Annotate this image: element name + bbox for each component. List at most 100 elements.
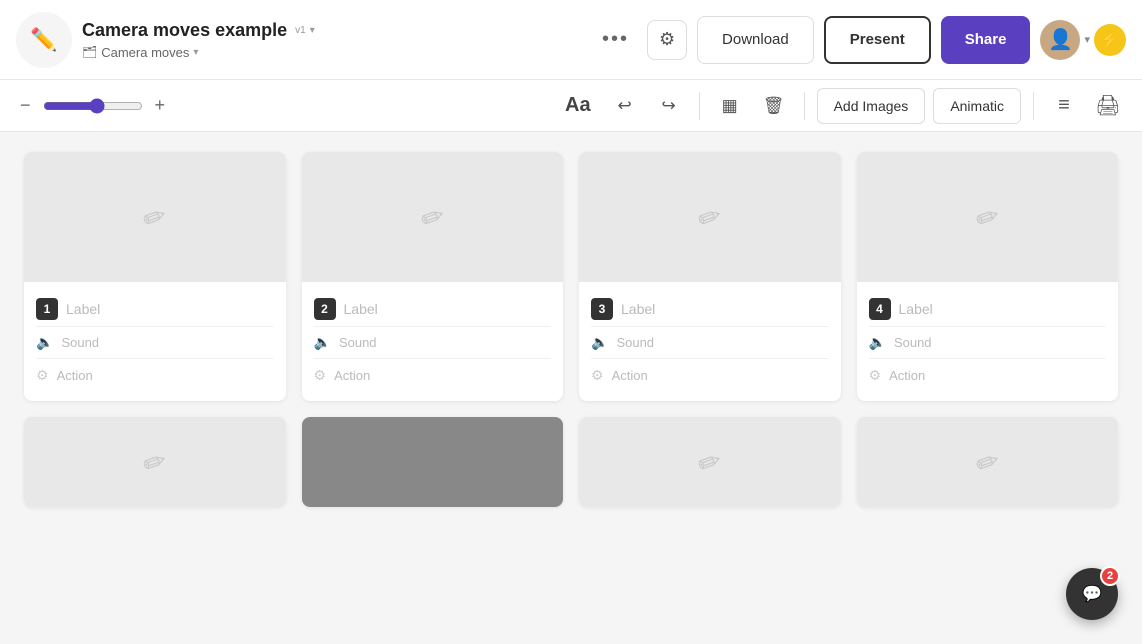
story-card[interactable]: ✏ 1 Label 🔈 Sound ⚙ Action <box>24 152 286 401</box>
card-label-text: Label <box>344 301 378 317</box>
gear-icon: ⚙ <box>659 29 675 50</box>
card-thumbnail: ✏ <box>857 152 1119 282</box>
story-card-partial[interactable]: ✏ <box>579 417 841 507</box>
pencil-icon: ✏ <box>138 197 171 236</box>
card-action-text: Action <box>57 368 93 383</box>
logo-icon: ✏️ <box>30 27 57 53</box>
zoom-out-button[interactable]: − <box>16 91 35 120</box>
settings-button[interactable]: ⚙ <box>647 20 687 60</box>
header: ✏️ Camera moves example v1 ▾ 🗂 Camera mo… <box>0 0 1142 80</box>
action-icon: ⚙ <box>591 367 604 384</box>
partial-card-row: ✏ ✏ ✏ <box>24 417 1118 507</box>
list-view-button[interactable]: ≡ <box>1046 88 1082 124</box>
lightning-button[interactable]: ⚡ <box>1094 24 1126 56</box>
action-icon: ⚙ <box>314 367 327 384</box>
undo-button[interactable]: ↩ <box>607 88 643 124</box>
breadcrumb: 🗂 Camera moves ▾ <box>82 45 315 60</box>
story-card-partial[interactable] <box>302 417 564 507</box>
separator-2 <box>804 92 805 120</box>
partial-thumbnail: ✏ <box>24 417 286 507</box>
zoom-in-button[interactable]: + <box>151 91 170 120</box>
download-button[interactable]: Download <box>697 16 814 64</box>
more-options-icon[interactable]: ••• <box>594 20 637 59</box>
card-number: 1 <box>36 298 58 320</box>
app-title: Camera moves example <box>82 20 287 41</box>
card-label-text: Label <box>621 301 655 317</box>
card-grid: ✏ 1 Label 🔈 Sound ⚙ Action ✏ 2 Label <box>24 152 1118 401</box>
chat-button[interactable]: 💬 2 <box>1066 568 1118 620</box>
delete-button[interactable]: 🗑 <box>756 88 792 124</box>
frames-button[interactable]: ▦ <box>712 88 748 124</box>
redo-button[interactable]: ↪ <box>651 88 687 124</box>
animatic-button[interactable]: Animatic <box>933 88 1021 124</box>
card-action-row: ⚙ Action <box>591 359 829 391</box>
pencil-icon: ✏ <box>416 197 449 236</box>
sound-icon: 🔈 <box>869 334 886 351</box>
card-body: 4 Label 🔈 Sound ⚙ Action <box>857 282 1119 401</box>
chat-badge: 2 <box>1100 566 1120 586</box>
partial-thumbnail: ✏ <box>579 417 841 507</box>
partial-thumbnail: ✏ <box>857 417 1119 507</box>
card-body: 2 Label 🔈 Sound ⚙ Action <box>302 282 564 401</box>
undo-icon: ↩ <box>617 96 631 116</box>
story-card[interactable]: ✏ 3 Label 🔈 Sound ⚙ Action <box>579 152 841 401</box>
story-card[interactable]: ✏ 2 Label 🔈 Sound ⚙ Action <box>302 152 564 401</box>
share-button[interactable]: Share <box>941 16 1031 64</box>
add-images-button[interactable]: Add Images <box>817 88 926 124</box>
card-sound-row: 🔈 Sound <box>314 327 552 359</box>
story-card-partial[interactable]: ✏ <box>857 417 1119 507</box>
card-action-row: ⚙ Action <box>869 359 1107 391</box>
chat-icon: 💬 <box>1082 584 1102 604</box>
card-body: 1 Label 🔈 Sound ⚙ Action <box>24 282 286 401</box>
card-body: 3 Label 🔈 Sound ⚙ Action <box>579 282 841 401</box>
avatar-area: 👤 ▾ ⚡ <box>1040 20 1126 60</box>
sound-icon: 🔈 <box>36 334 53 351</box>
card-action-row: ⚙ Action <box>36 359 274 391</box>
card-thumbnail: ✏ <box>579 152 841 282</box>
font-size-button[interactable]: Aa <box>557 90 599 121</box>
version-dropdown[interactable]: v1 ▾ <box>295 25 315 36</box>
title-block: Camera moves example v1 ▾ 🗂 Camera moves… <box>82 20 315 60</box>
card-action-text: Action <box>334 368 370 383</box>
card-action-row: ⚙ Action <box>314 359 552 391</box>
card-sound-text: Sound <box>894 335 932 350</box>
partial-thumbnail <box>302 417 564 507</box>
print-icon: 🖨 <box>1095 93 1120 118</box>
logo-circle: ✏️ <box>16 12 72 68</box>
zoom-slider[interactable] <box>43 98 143 114</box>
sound-icon: 🔈 <box>591 334 608 351</box>
card-sound-row: 🔈 Sound <box>869 327 1107 359</box>
sound-icon: 🔈 <box>314 334 331 351</box>
pencil-icon: ✏ <box>971 442 1004 481</box>
breadcrumb-chevron-icon[interactable]: ▾ <box>193 47 198 58</box>
card-label-text: Label <box>899 301 933 317</box>
pencil-icon: ✏ <box>138 442 171 481</box>
title-row: Camera moves example v1 ▾ <box>82 20 315 41</box>
card-number: 4 <box>869 298 891 320</box>
card-sound-text: Sound <box>616 335 654 350</box>
card-number: 3 <box>591 298 613 320</box>
card-label-row: 1 Label <box>36 292 274 327</box>
toolbar: − + Aa ↩ ↪ ▦ 🗑 Add Images Animatic ≡ 🖨 <box>0 80 1142 132</box>
avatar[interactable]: 👤 <box>1040 20 1080 60</box>
card-sound-text: Sound <box>61 335 99 350</box>
present-button[interactable]: Present <box>824 16 931 64</box>
card-label-row: 4 Label <box>869 292 1107 327</box>
print-button[interactable]: 🖨 <box>1090 88 1126 124</box>
main-content: ✏ 1 Label 🔈 Sound ⚙ Action ✏ 2 Label <box>0 132 1142 644</box>
card-thumbnail: ✏ <box>302 152 564 282</box>
list-icon: ≡ <box>1058 94 1070 117</box>
pencil-icon: ✏ <box>693 442 726 481</box>
zoom-slider-wrap <box>43 98 143 114</box>
breadcrumb-text: Camera moves <box>101 45 189 60</box>
action-icon: ⚙ <box>36 367 49 384</box>
card-label-text: Label <box>66 301 100 317</box>
card-sound-row: 🔈 Sound <box>36 327 274 359</box>
avatar-chevron-icon[interactable]: ▾ <box>1084 33 1090 46</box>
story-card[interactable]: ✏ 4 Label 🔈 Sound ⚙ Action <box>857 152 1119 401</box>
trash-icon: 🗑 <box>763 96 785 116</box>
card-sound-text: Sound <box>339 335 377 350</box>
folder-icon: 🗂 <box>82 45 97 59</box>
action-icon: ⚙ <box>869 367 882 384</box>
story-card-partial[interactable]: ✏ <box>24 417 286 507</box>
